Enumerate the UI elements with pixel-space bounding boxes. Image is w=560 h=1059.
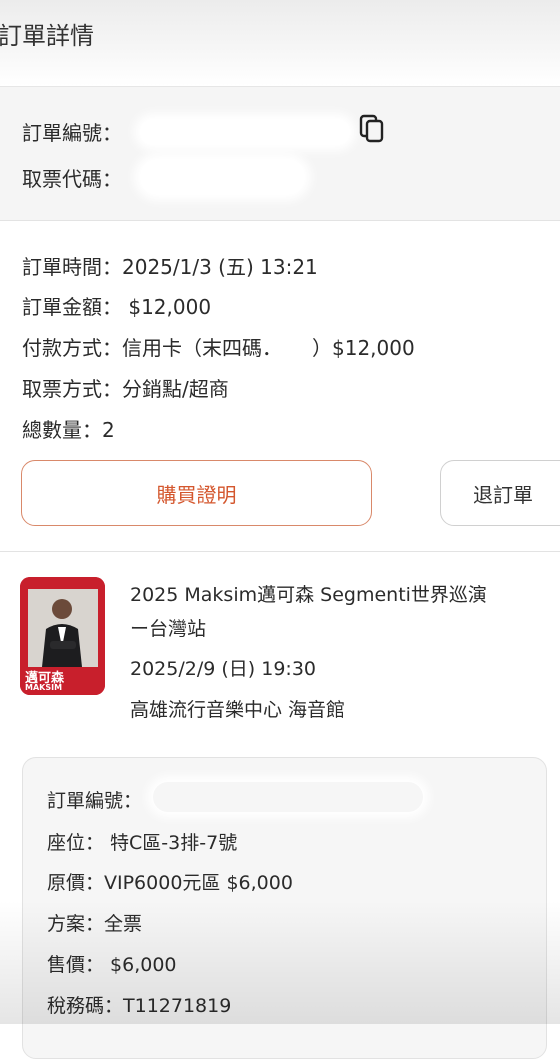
ticket-original-price: 原價：VIP6000元區 $6,000 [47,872,293,894]
event-datetime: 2025/2/9 (日) 19:30 [130,658,316,680]
event-title-line2: ー台灣站 [130,618,207,640]
order-number-label: 訂單編號： [22,121,122,145]
copy-icon[interactable] [359,114,385,148]
page-title: 訂單詳情 [0,22,94,50]
purchase-proof-button[interactable]: 購買證明 [21,460,372,526]
redacted-ticket-order-number [153,782,423,812]
ticket-card: 訂單編號： 座位： 特C區-3排-7號 原價：VIP6000元區 $6,000 … [22,757,547,1059]
order-id-section: 訂單編號： 取票代碼： [0,87,560,221]
ticket-tax-code: 稅務碼：T11271819 [47,995,232,1017]
ticket-seat: 座位： 特C區-3排-7號 [47,832,238,854]
pickup-code-label: 取票代碼： [22,167,122,191]
event-venue: 高雄流行音樂中心 海音館 [130,699,346,721]
pickup-method: 取票方式：分銷點/超商 [22,377,229,401]
page-header: 訂單詳情 [0,0,560,87]
refund-order-button[interactable]: 退訂單 [440,460,560,526]
order-amount: 訂單金額： $12,000 [22,295,212,319]
ticket-order-number-label: 訂單編號： [47,790,143,812]
payment-method: 付款方式：信用卡（末四碼． ）$12,000 [22,336,415,360]
purchase-proof-label: 購買證明 [156,482,237,507]
event-poster[interactable]: 邁可森 MAKSIM [20,577,105,695]
event-title-line1: 2025 Maksim邁可森 Segmenti世界巡演 [130,584,487,606]
order-info-section: 訂單時間：2025/1/3 (五) 13:21 訂單金額： $12,000 付款… [0,221,560,552]
refund-order-label: 退訂單 [473,482,533,507]
ticket-sale-price: 售價： $6,000 [47,954,177,976]
order-time: 訂單時間：2025/1/3 (五) 13:21 [22,255,318,279]
ticket-plan: 方案：全票 [47,913,143,935]
poster-subtitle: MAKSIM [25,683,63,692]
redacted-pickup-code [140,159,305,195]
redacted-order-number [140,119,350,145]
total-quantity: 總數量：2 [22,418,115,442]
